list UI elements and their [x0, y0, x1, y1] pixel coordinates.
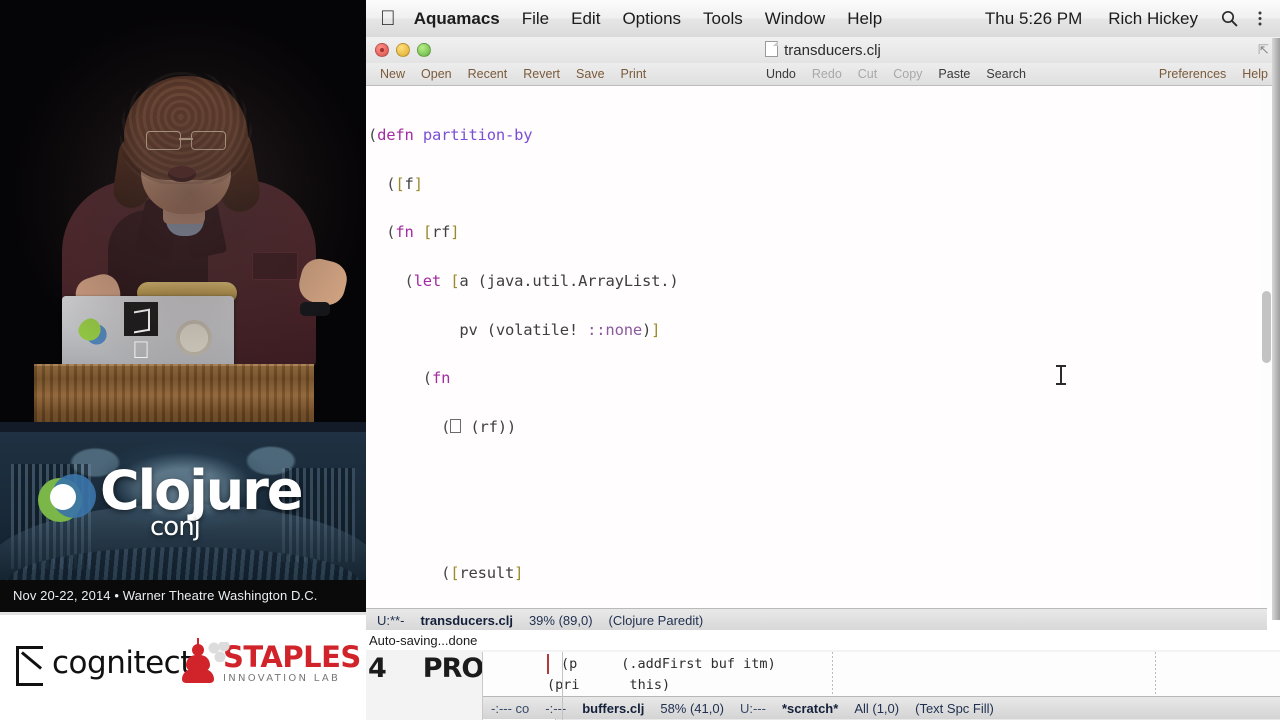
menu-item-edit[interactable]: Edit	[560, 9, 611, 29]
window-split-dotted-2	[1155, 652, 1156, 696]
toolbar-revert[interactable]: Revert	[515, 67, 568, 81]
clojure-logo-icon	[38, 474, 96, 530]
background-emacs-window[interactable]: (p (.addFirst buf itm) (pri this) -:--- co…	[482, 652, 1280, 720]
background-modeline: -:--- co -:--- buffers.clj 58% (41,0) U:…	[483, 696, 1280, 719]
modeline-flags: U:**-	[377, 612, 405, 628]
shared-screen:  Aquamacs File Edit Options Tools Windo…	[366, 0, 1280, 720]
sponsor-divider	[0, 612, 366, 615]
toolbar-redo: Redo	[811, 67, 842, 81]
bg-code-left-2: (pri	[547, 677, 580, 693]
clojure-wordmark: Clojure	[100, 459, 303, 522]
bg-modeline-left: -:--- co	[491, 700, 530, 716]
cognitect-mark-icon	[16, 646, 44, 686]
staples-tagline: INNOVATION LAB	[223, 672, 341, 684]
bg-modeline-position2: All (1,0)	[854, 700, 900, 716]
screen-root:  Clojure conj Nov 20-22, 2014 • Warn	[0, 0, 1280, 720]
window-right-edge	[1272, 38, 1280, 620]
code-line: (fn	[422, 369, 451, 388]
toolbar-new[interactable]: New	[372, 67, 413, 81]
menu-dots-icon[interactable]	[1248, 10, 1272, 27]
toolbar-copy: Copy	[893, 67, 923, 81]
document-icon	[765, 41, 779, 57]
menu-item-aquamacs[interactable]: Aquamacs	[412, 9, 511, 29]
conj-submark: conj	[150, 512, 201, 542]
menubar-user[interactable]: Rich Hickey	[1095, 9, 1211, 29]
code-editor-buffer[interactable]: (defn partition-by ([f] (fn [rf] (let [a…	[366, 86, 1264, 720]
sponsor-staples: STAPLES INNOVATION LAB	[180, 638, 361, 686]
fullscreen-icon[interactable]: ⇱	[1258, 43, 1271, 56]
modeline-position: 39% (89,0)	[528, 612, 593, 628]
cognitect-label: cognitect	[52, 644, 192, 681]
aquamacs-toolbar: New Open Recent Revert Save Print Undo R…	[366, 63, 1280, 86]
toolbar-undo[interactable]: Undo	[758, 67, 804, 81]
toolbar-file-group: New Open Recent Revert Save Print	[372, 63, 654, 85]
background-slide-text: 4 PRO-	[368, 653, 495, 684]
toolbar-edit-group: Undo Redo Cut Copy Paste Search	[758, 63, 1034, 85]
toolbar-paste[interactable]: Paste	[930, 67, 978, 81]
bg-modeline-buffer2: *scratch*	[781, 700, 839, 716]
background-text-cursor	[547, 654, 549, 674]
toolbar-save[interactable]: Save	[568, 67, 613, 81]
echo-area: Auto-saving...done	[366, 630, 1267, 650]
modeline-filename: transducers.clj	[420, 612, 513, 628]
menu-item-help[interactable]: Help	[836, 9, 893, 29]
conj-lockup: Clojure conj	[0, 462, 366, 562]
bg-modeline-mode2: (Text Spc Fill)	[915, 700, 994, 716]
window-split-dotted-1	[832, 652, 833, 696]
code-line: ([f]	[386, 174, 423, 193]
code-line: (let [a (java.util.ArrayList.)	[404, 272, 679, 291]
control-char-glyph	[450, 418, 462, 433]
menu-item-file[interactable]: File	[511, 9, 560, 29]
sponsor-cognitect: cognitect	[16, 644, 192, 686]
window-split-divider	[562, 652, 563, 720]
presenter-panel:  Clojure conj Nov 20-22, 2014 • Warn	[0, 0, 366, 720]
window-title-text: transducers.clj	[784, 42, 881, 59]
apple-logo-icon[interactable]: 	[380, 8, 396, 29]
toolbar-preferences[interactable]: Preferences	[1151, 67, 1234, 81]
staples-mark-icon	[180, 638, 230, 686]
menu-item-window[interactable]: Window	[754, 9, 836, 29]
conj-banner: Clojure conj Nov 20-22, 2014 • Warner Th…	[0, 432, 366, 612]
menubar-clock[interactable]: Thu 5:26 PM	[972, 9, 1095, 29]
toolbar-cut: Cut	[857, 67, 878, 81]
event-caption: Nov 20-22, 2014 • Warner Theatre Washing…	[0, 580, 366, 612]
bg-modeline-flags2: U:---	[739, 700, 766, 716]
bg-modeline-file: buffers.clj	[582, 700, 645, 716]
emacs-modeline: U:**- transducers.clj 39% (89,0) (Clojur…	[366, 608, 1267, 631]
toolbar-open[interactable]: Open	[413, 67, 460, 81]
bg-modeline-flags: -:---	[545, 700, 567, 716]
bg-modeline-position: 58% (41,0)	[660, 700, 724, 716]
bg-code-right-1: (.addFirst buf itm)	[621, 656, 776, 672]
menu-item-options[interactable]: Options	[611, 9, 692, 29]
toolbar-right-group: Preferences Help	[1151, 63, 1276, 85]
toolbar-print[interactable]: Print	[613, 67, 655, 81]
toolbar-help[interactable]: Help	[1234, 67, 1276, 81]
sponsor-bar: cognitect STAPLES INNOVATION LAB	[0, 612, 366, 720]
window-titlebar[interactable]: transducers.clj ⇱	[366, 37, 1280, 64]
mouse-cursor-ibeam	[1056, 364, 1067, 386]
toolbar-recent[interactable]: Recent	[460, 67, 516, 81]
speaker-video: 	[0, 0, 366, 432]
menu-item-tools[interactable]: Tools	[692, 9, 754, 29]
code-line: ( (rf))	[441, 417, 516, 436]
background-code: (p (.addFirst buf itm) (pri this)	[483, 652, 1280, 696]
code-line: (defn partition-by	[368, 126, 533, 145]
staples-label: STAPLES	[223, 639, 361, 674]
bg-code-left-1: (p	[561, 656, 578, 672]
window-title: transducers.clj	[366, 41, 1280, 59]
code-line: ([result]	[441, 563, 524, 582]
code-line: pv (volatile! ::none)]	[368, 320, 661, 339]
search-icon[interactable]	[1211, 10, 1248, 27]
bg-code-right-2: this)	[629, 677, 671, 693]
macos-menubar:  Aquamacs File Edit Options Tools Windo…	[366, 0, 1280, 38]
slide-number: 4	[368, 653, 387, 684]
modeline-major-mode: (Clojure Paredit)	[608, 612, 704, 628]
scrollbar-thumb[interactable]	[1262, 291, 1271, 363]
video-vignette	[0, 0, 366, 432]
code-line: (fn [rf]	[386, 223, 460, 242]
toolbar-search[interactable]: Search	[978, 67, 1034, 81]
vertical-scrollbar[interactable]	[1261, 86, 1272, 608]
